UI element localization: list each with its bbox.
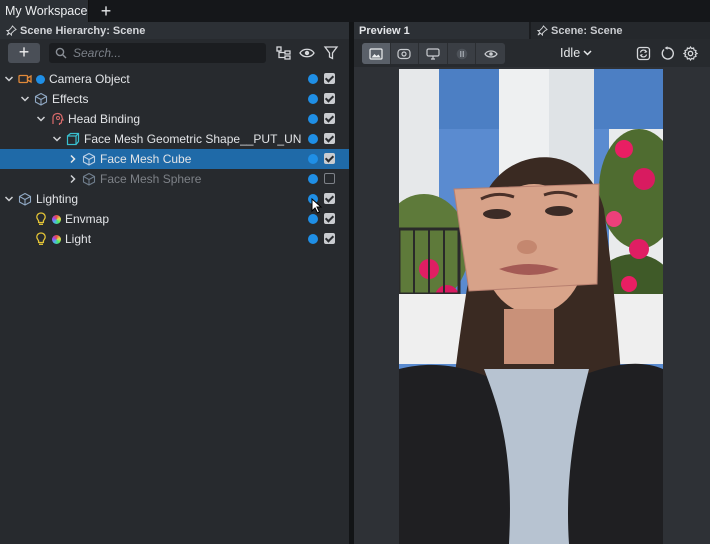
- hierarchy-row[interactable]: Lighting: [0, 189, 349, 214]
- hierarchy-row[interactable]: Head Binding: [0, 109, 349, 129]
- hierarchy-row-selected[interactable]: Face Mesh Cube: [0, 149, 349, 169]
- search-input[interactable]: Search...: [49, 43, 266, 63]
- light-bulb-icon: [36, 232, 46, 245]
- tab-scene[interactable]: Scene: Scene: [531, 22, 710, 39]
- image-mode-button[interactable]: [362, 43, 391, 64]
- enabled-checkbox[interactable]: [324, 93, 335, 104]
- hierarchy-row[interactable]: Envmap: [0, 209, 349, 229]
- enabled-checkbox[interactable]: [324, 213, 335, 224]
- hierarchy-row-label: Head Binding: [68, 112, 141, 126]
- chevron-right-icon[interactable]: [68, 154, 78, 164]
- hierarchy-row[interactable]: Light: [0, 229, 349, 249]
- visibility-mode-button[interactable]: [476, 43, 505, 64]
- mesh-box-icon: [66, 132, 80, 146]
- enabled-checkbox[interactable]: [324, 173, 335, 184]
- preview-toolbar: Idle: [354, 39, 710, 67]
- workspace-tab-bar: My Workspace +: [0, 0, 710, 22]
- preview-mode-segmented-control: [362, 43, 505, 64]
- camera-mode-button[interactable]: [391, 43, 420, 64]
- panel-title: Scene Hierarchy: Scene: [20, 24, 146, 37]
- search-icon: [55, 47, 67, 59]
- hierarchy-toolbar: + Search...: [0, 39, 349, 67]
- reset-icon[interactable]: [660, 46, 675, 61]
- hierarchy-row-label: Face Mesh Cube: [100, 152, 192, 166]
- preview-panel: Preview 1 Scene: Scene Idle: [354, 22, 710, 544]
- enabled-checkbox[interactable]: [324, 133, 335, 144]
- workspace-tab[interactable]: My Workspace: [0, 0, 89, 22]
- visibility-dot[interactable]: [308, 234, 318, 244]
- chevron-down-icon: [583, 50, 592, 56]
- hierarchy-row-label: Envmap: [65, 212, 110, 226]
- cube-icon: [34, 92, 48, 106]
- preview-image[interactable]: [399, 69, 663, 544]
- pause-icon: [456, 48, 467, 59]
- scene-hierarchy-panel: Scene Hierarchy: Scene + Search... Camer…: [0, 22, 349, 544]
- light-bulb-icon: [36, 212, 46, 225]
- cube-icon: [82, 172, 96, 186]
- enabled-checkbox[interactable]: [324, 73, 335, 84]
- scene-hierarchy-tab[interactable]: Scene Hierarchy: Scene: [0, 22, 349, 39]
- tab-preview-label: Preview 1: [359, 24, 410, 37]
- visibility-dot[interactable]: [308, 214, 318, 224]
- monitor-icon: [426, 47, 440, 60]
- filter-icon[interactable]: [323, 45, 339, 61]
- camera-icon: [18, 74, 32, 84]
- search-placeholder: Search...: [73, 46, 122, 60]
- color-wheel-icon: [52, 214, 61, 224]
- hierarchy-row[interactable]: Face Mesh Sphere: [0, 169, 349, 189]
- preview-tab-bar: Preview 1 Scene: Scene: [354, 22, 710, 39]
- visibility-dot[interactable]: [308, 174, 318, 184]
- hierarchy-row-label: Face Mesh Geometric Shape__PUT_UND: [84, 132, 302, 146]
- hierarchy-row-label: Light: [65, 232, 92, 246]
- camera-state-dot: [36, 74, 45, 84]
- chevron-down-icon[interactable]: [4, 74, 14, 84]
- tab-scene-label: Scene: Scene: [551, 24, 623, 37]
- eye-icon: [483, 49, 498, 58]
- image-icon: [369, 47, 383, 60]
- hierarchy-tree-icon[interactable]: [276, 45, 292, 61]
- chevron-down-icon[interactable]: [36, 114, 46, 124]
- chevron-down-icon[interactable]: [20, 94, 30, 104]
- switch-camera-icon[interactable]: [636, 46, 651, 61]
- hierarchy-row-label: Face Mesh Sphere: [100, 172, 202, 186]
- chevron-right-icon[interactable]: [68, 174, 78, 184]
- head-binding-icon: [52, 112, 64, 125]
- pin-icon[interactable]: [536, 25, 549, 36]
- pin-icon[interactable]: [5, 25, 18, 36]
- enabled-checkbox[interactable]: [324, 233, 335, 244]
- hierarchy-row[interactable]: Effects: [0, 89, 349, 109]
- add-workspace-tab-button[interactable]: +: [97, 2, 115, 20]
- device-mode-button[interactable]: [419, 43, 448, 64]
- chevron-down-icon[interactable]: [52, 134, 62, 144]
- eye-icon[interactable]: [299, 45, 315, 61]
- cube-icon: [82, 152, 96, 166]
- visibility-dot[interactable]: [308, 94, 318, 104]
- lens-icon: [397, 48, 411, 59]
- hierarchy-row[interactable]: Face Mesh Geometric Shape__PUT_UND: [0, 129, 349, 149]
- state-dropdown[interactable]: Idle: [560, 46, 592, 60]
- chevron-down-icon[interactable]: [4, 194, 14, 204]
- hierarchy-row-label: Effects: [52, 92, 89, 106]
- add-object-button[interactable]: +: [8, 43, 40, 63]
- hierarchy-tree: Camera Object Effects Head Binding Face …: [0, 69, 349, 249]
- workspace-tab-label: My Workspace: [5, 4, 88, 18]
- hierarchy-row-label: Lighting: [36, 192, 79, 206]
- camera-feed-image: [399, 69, 663, 544]
- visibility-dot[interactable]: [308, 134, 318, 144]
- preview-viewport: [354, 67, 710, 544]
- hierarchy-row[interactable]: Camera Object: [0, 69, 349, 89]
- tab-preview[interactable]: Preview 1: [354, 22, 529, 39]
- enabled-checkbox[interactable]: [324, 113, 335, 124]
- pause-button[interactable]: [448, 43, 477, 64]
- state-dropdown-label: Idle: [560, 46, 581, 60]
- visibility-dot[interactable]: [308, 114, 318, 124]
- visibility-dot[interactable]: [308, 74, 318, 84]
- enabled-checkbox[interactable]: [324, 193, 335, 204]
- hierarchy-row-label: Camera Object: [49, 72, 130, 86]
- color-wheel-icon: [52, 234, 61, 244]
- cube-icon: [18, 192, 32, 206]
- gear-icon[interactable]: [683, 46, 698, 61]
- enabled-checkbox[interactable]: [324, 153, 335, 164]
- visibility-dot[interactable]: [308, 154, 318, 164]
